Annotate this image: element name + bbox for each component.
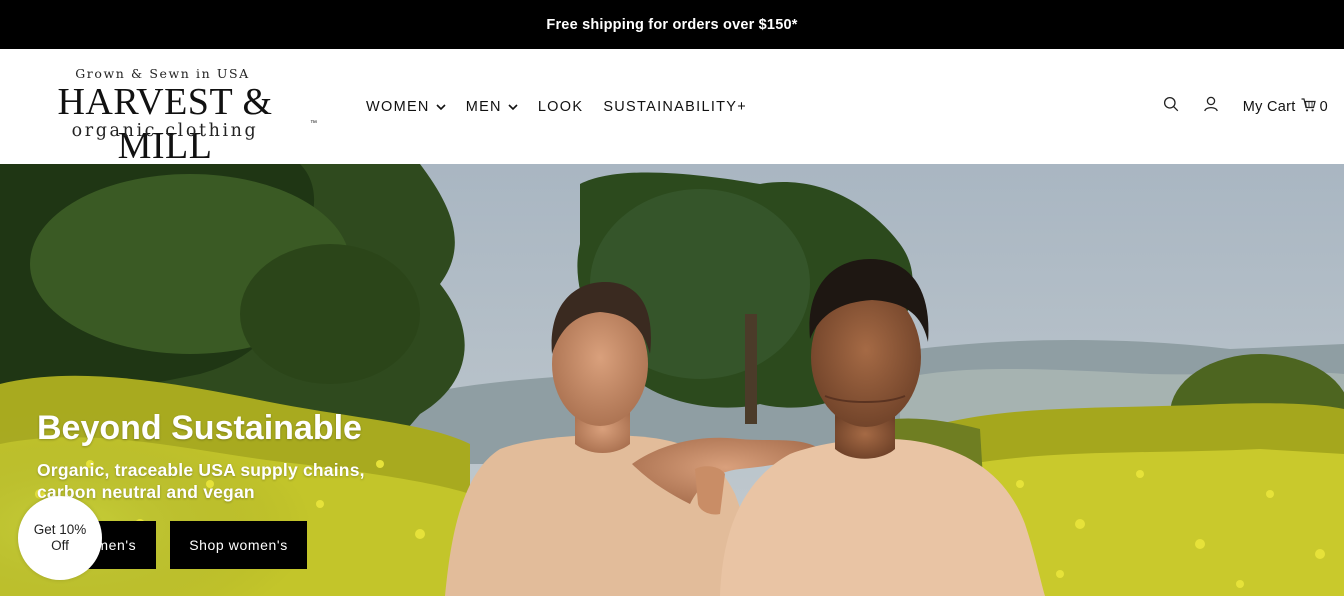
hero-banner: Beyond Sustainable Organic, traceable US… — [0, 164, 1344, 596]
account-button[interactable] — [1201, 96, 1221, 117]
cart-label: My Cart — [1242, 98, 1296, 115]
nav-item-label: SUSTAINABILITY+ — [603, 98, 748, 115]
chevron-down-icon — [436, 102, 446, 112]
announcement-text: Free shipping for orders over $150* — [546, 16, 798, 33]
chevron-down-icon — [508, 102, 518, 112]
header-actions: My Cart 0 — [1161, 49, 1328, 164]
announcement-bar: Free shipping for orders over $150* — [0, 0, 1344, 49]
hero-title: Beyond Sustainable — [37, 409, 362, 447]
nav-item-women[interactable]: WOMEN — [366, 99, 446, 115]
promo-line-1: Get 10% — [33, 522, 87, 537]
nav-item-sustainability[interactable]: SUSTAINABILITY+ — [603, 99, 747, 115]
nav-item-label: WOMEN — [366, 98, 430, 115]
cart-icon — [1301, 97, 1316, 116]
search-button[interactable] — [1161, 96, 1181, 117]
nav-item-label: MEN — [465, 98, 502, 115]
main-nav: WOMEN MEN LOOK SUSTAINABILITY+ — [366, 49, 767, 164]
site-header: Grown & Sewn in USA HARVEST & MILL organ… — [0, 49, 1344, 167]
nav-item-look[interactable]: LOOK — [538, 99, 584, 115]
nav-item-label: LOOK — [537, 98, 584, 115]
trademark-mark: ™ — [310, 120, 317, 127]
logo-subtitle: organic clothing — [71, 121, 259, 141]
hero-subtitle: Organic, traceable USA supply chains, ca… — [37, 460, 365, 502]
search-icon — [1163, 96, 1179, 117]
nav-item-men[interactable]: MEN — [466, 99, 518, 115]
user-icon — [1203, 96, 1219, 117]
promo-line-2: Off — [51, 538, 69, 553]
cart-link[interactable]: My Cart 0 — [1242, 97, 1328, 116]
cart-count: 0 — [1319, 98, 1328, 115]
hero-copy: Beyond Sustainable Organic, traceable US… — [37, 409, 417, 503]
discount-popup-button[interactable]: Get 10% Off — [18, 496, 102, 580]
shop-womens-button[interactable]: Shop women's — [170, 521, 307, 569]
logo[interactable]: Grown & Sewn in USA HARVEST & MILL organ… — [10, 66, 325, 167]
logo-tagline: Grown & Sewn in USA — [75, 66, 250, 81]
